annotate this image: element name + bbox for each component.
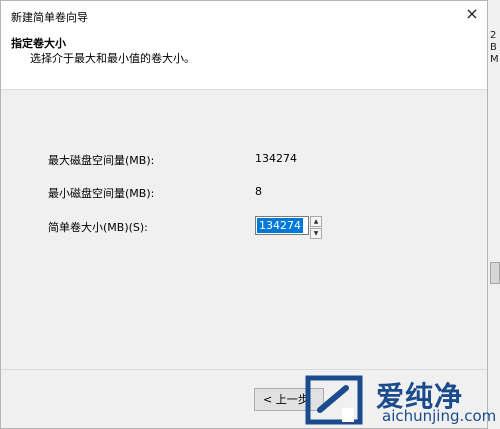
min-size-label: 最小磁盘空间量(MB): bbox=[48, 187, 155, 200]
footer-divider bbox=[1, 369, 487, 370]
watermark-url: aichunjing.com bbox=[382, 407, 497, 425]
watermark-logo-icon bbox=[305, 375, 363, 425]
wizard-dialog: 新建简单卷向导 × 指定卷大小 选择介于最大和最小值的卷大小。 最大磁盘空间量(… bbox=[0, 0, 488, 429]
page-title: 指定卷大小 bbox=[11, 37, 66, 50]
chevron-up-icon[interactable]: ▲ bbox=[310, 216, 322, 227]
title-bar: 新建简单卷向导 × bbox=[1, 1, 487, 30]
volume-size-input[interactable]: 134274 bbox=[255, 216, 309, 235]
max-size-value: 134274 bbox=[255, 152, 297, 165]
volume-size-value: 134274 bbox=[257, 218, 303, 233]
background-window: 2 B M bbox=[487, 0, 500, 429]
page-subtitle: 选择介于最大和最小值的卷大小。 bbox=[30, 52, 195, 65]
max-size-label: 最大磁盘空间量(MB): bbox=[48, 154, 155, 167]
background-char: B bbox=[490, 42, 497, 53]
background-scrollbar[interactable] bbox=[490, 262, 500, 284]
window-title: 新建简单卷向导 bbox=[11, 11, 88, 24]
min-size-value: 8 bbox=[255, 185, 262, 198]
volume-size-spinner[interactable]: ▲ ▼ bbox=[310, 216, 322, 239]
chevron-down-icon[interactable]: ▼ bbox=[310, 228, 322, 239]
background-char: M bbox=[490, 54, 499, 65]
wizard-header: 指定卷大小 选择介于最大和最小值的卷大小。 bbox=[1, 30, 487, 90]
background-char: 2 bbox=[490, 30, 497, 41]
volume-size-label: 简单卷大小(MB)(S): bbox=[48, 221, 148, 234]
close-icon[interactable]: × bbox=[461, 3, 483, 25]
